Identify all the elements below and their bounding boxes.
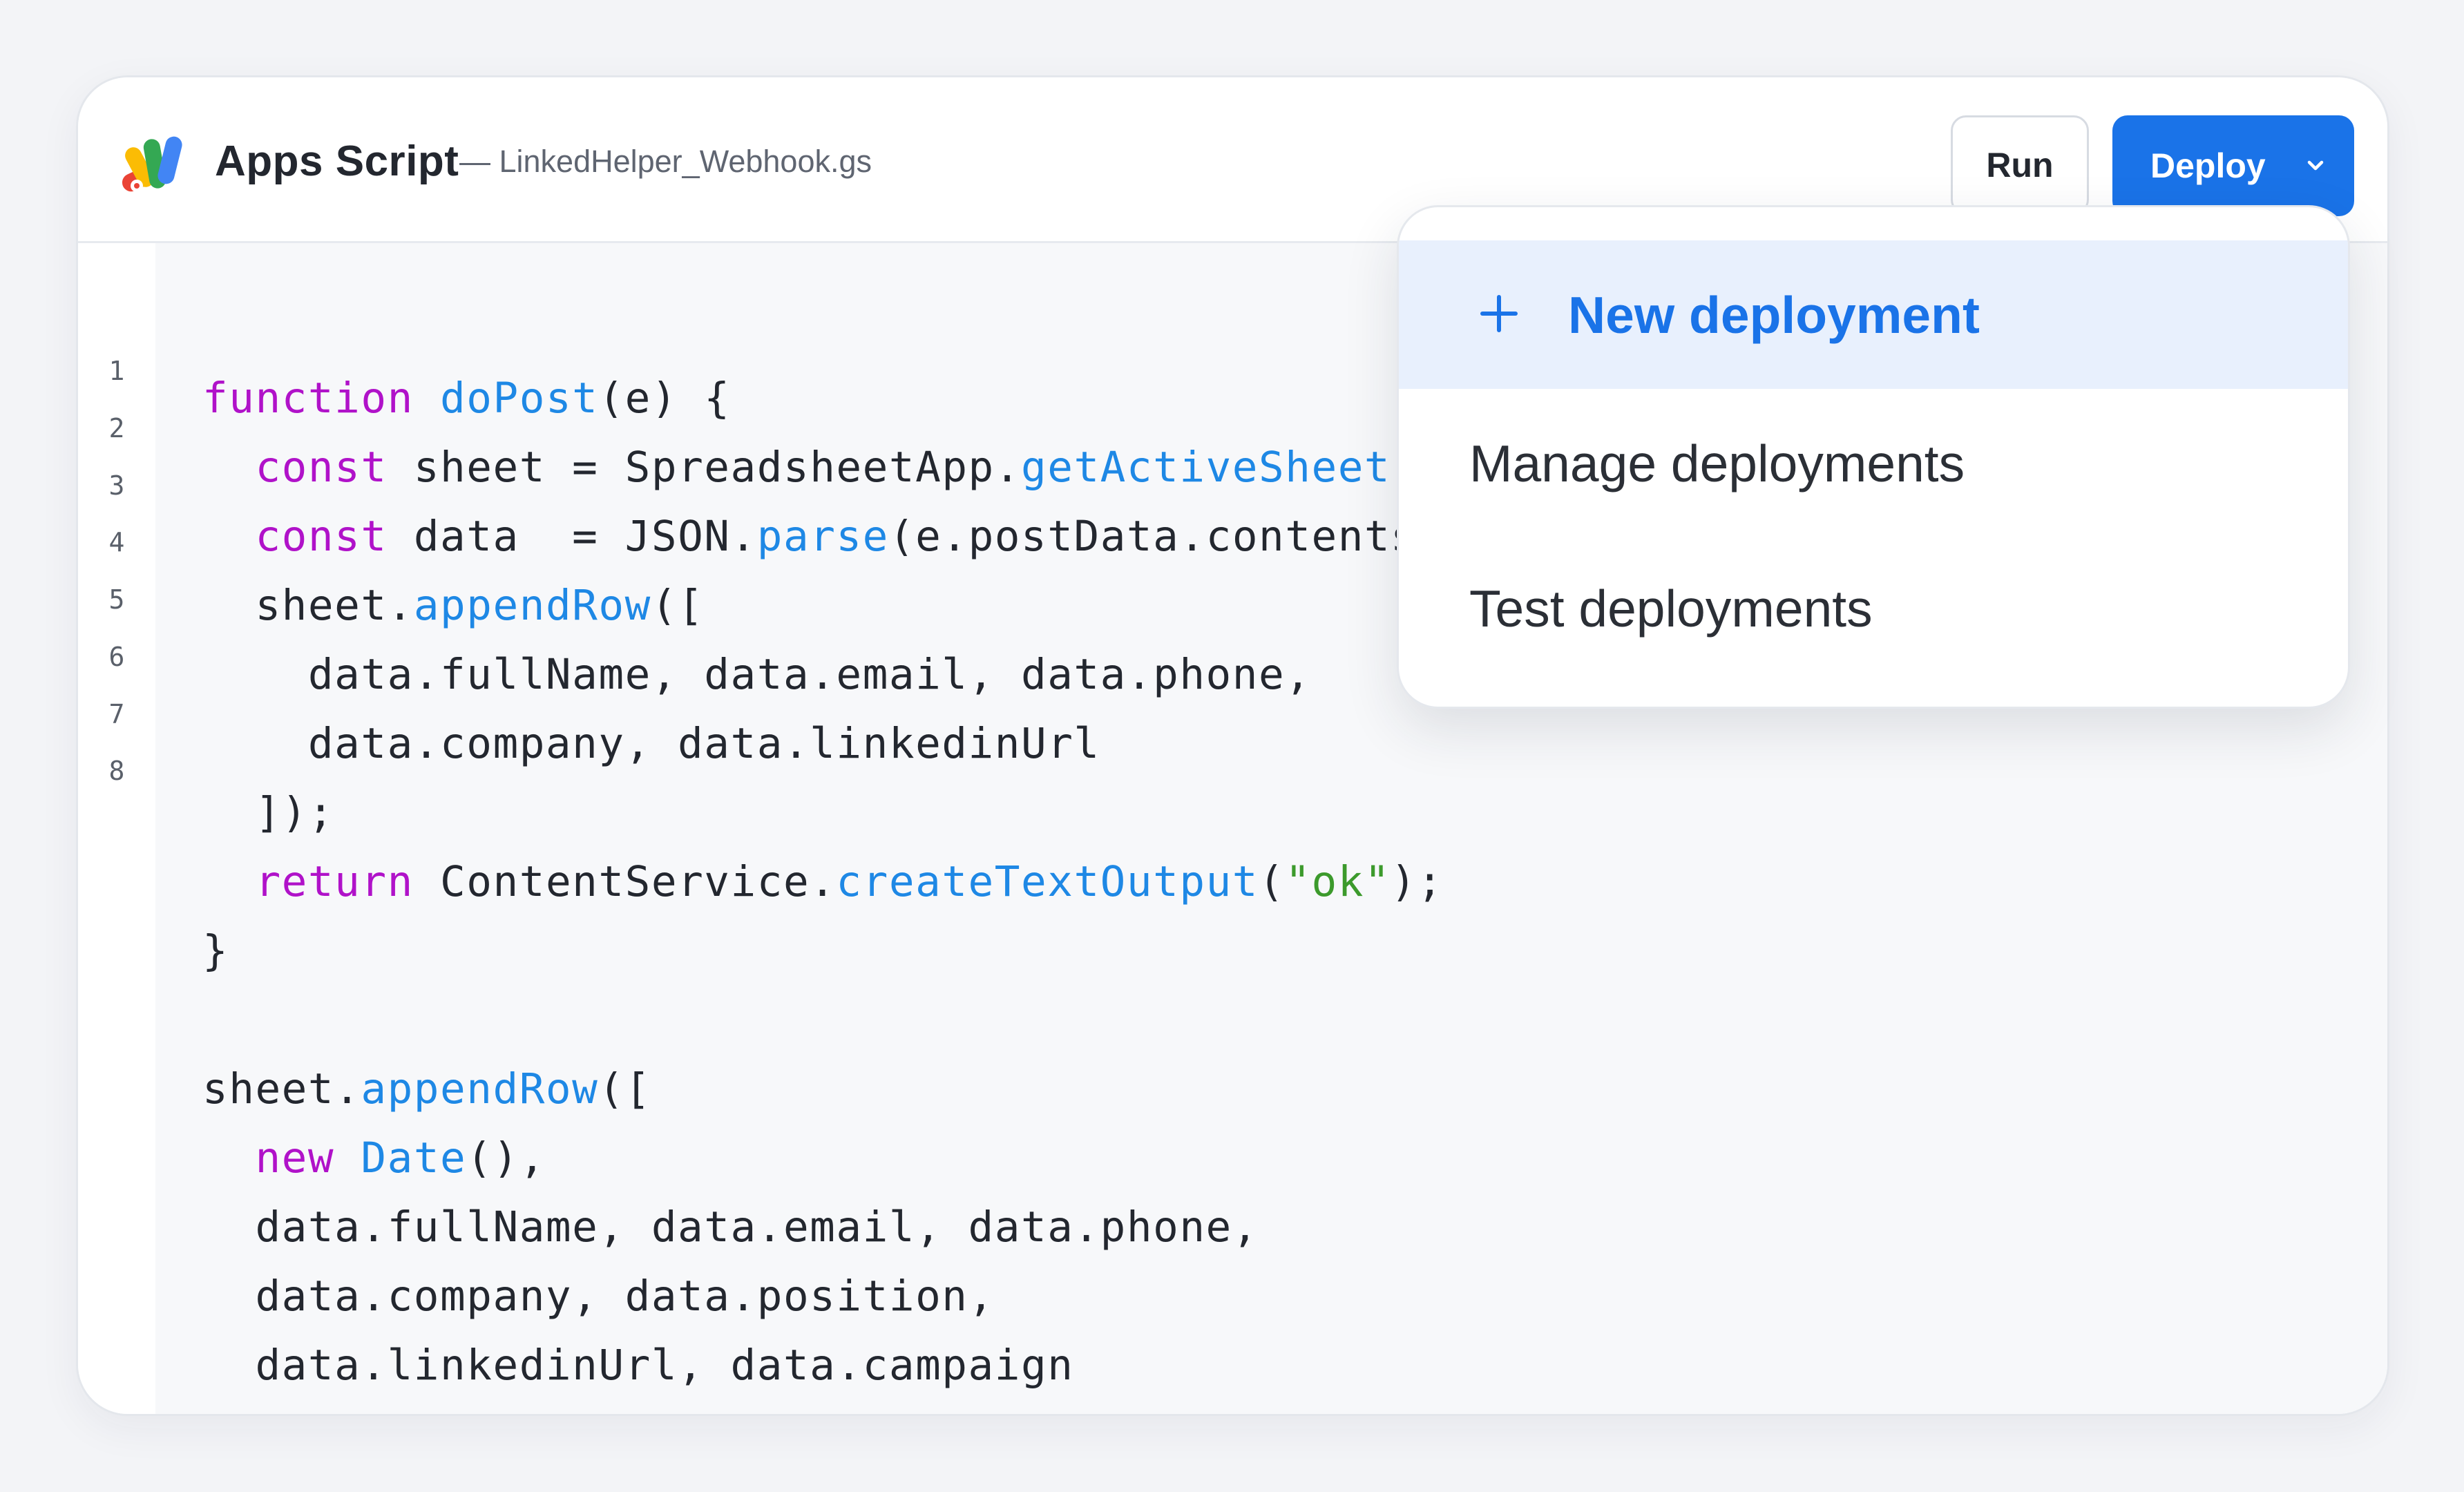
code-line: data.company, data.position, (202, 1262, 1444, 1331)
line-number: 1 (108, 356, 125, 386)
code-line: sheet.appendRow([ (202, 1055, 1444, 1124)
line-number: 4 (108, 527, 125, 557)
code-token: data.fullName, data.email, data.phone, (202, 1203, 1259, 1252)
code-token: appendRow (413, 581, 651, 630)
code-line: } (202, 917, 1444, 986)
code-line: data.fullName, data.email, data.phone, (202, 640, 1444, 709)
line-number: 2 (108, 413, 125, 443)
code-token: (), (466, 1134, 546, 1183)
code-line: const sheet = SpreadsheetApp.getActiveSh… (202, 433, 1444, 502)
menu-item-label: New deployment (1568, 285, 1980, 344)
code-token: ]); (202, 788, 335, 837)
code-token: sheet. (202, 1064, 361, 1113)
deploy-button-label: Deploy (2150, 146, 2266, 185)
code-token: sheet = SpreadsheetApp. (387, 443, 1021, 492)
code-token: createTextOutput (836, 857, 1259, 906)
code-token: ContentService. (413, 857, 837, 906)
code-line: const data = JSON.parse(e.postData.conte… (202, 502, 1444, 571)
line-number-gutter: 1 2 3 4 5 6 7 8 (78, 243, 155, 1414)
code-token: data.company, data.position, (202, 1272, 995, 1321)
code-token: appendRow (361, 1064, 599, 1113)
menu-item-label: Test deployments (1469, 579, 1873, 638)
chevron-down-icon (2307, 160, 2324, 171)
line-number: 7 (108, 699, 125, 729)
code-token: const (255, 512, 388, 561)
code-token: Date (361, 1134, 467, 1183)
code-token: ([ (651, 581, 705, 630)
code-token: parse (756, 512, 889, 561)
menu-item-new-deployment[interactable]: New deployment (1399, 240, 2348, 389)
code-line: return ContentService.createTextOutput("… (202, 848, 1444, 917)
code-token: data = JSON. (387, 512, 757, 561)
deploy-button[interactable]: Deploy (2112, 115, 2354, 216)
code-line: sheet.appendRow([ (202, 571, 1444, 640)
line-number: 5 (108, 584, 125, 615)
code-line: data.fullName, data.email, data.phone, (202, 1193, 1444, 1262)
run-button[interactable]: Run (1951, 115, 2089, 215)
code-line: new Date(), (202, 1124, 1444, 1193)
code-token: data.linkedinUrl, data.campaign (202, 1341, 1074, 1390)
line-number: 8 (108, 756, 125, 786)
code-token: function (202, 374, 414, 423)
code-line: data.linkedinUrl, data.campaign (202, 1331, 1444, 1400)
code-token: ); (1391, 857, 1444, 906)
apps-script-logo-icon (122, 136, 182, 192)
menu-item-manage-deployments[interactable]: Manage deployments (1399, 389, 2348, 537)
line-number: 6 (108, 642, 125, 672)
code-token: ]); (202, 1410, 282, 1414)
code-line: ]); (202, 1400, 1444, 1414)
code-token: sheet. (202, 581, 414, 630)
code-content[interactable]: function doPost(e) { const sheet = Sprea… (202, 364, 1444, 1414)
deploy-dropdown-menu: New deployment Manage deployments Test d… (1397, 205, 2350, 709)
code-token: const (255, 443, 388, 492)
code-token: data.fullName, data.email, data.phone, (202, 650, 1312, 699)
code-line: function doPost(e) { (202, 364, 1444, 433)
code-token: return (255, 857, 414, 906)
code-token: new (255, 1134, 335, 1183)
menu-item-label: Manage deployments (1469, 434, 1965, 492)
code-token: (e.postData.contents (888, 512, 1417, 561)
file-name: — LinkedHelper_Webhook.gs (459, 144, 872, 179)
code-token: ([ (598, 1064, 651, 1113)
line-number: 3 (108, 470, 125, 501)
code-line: data.company, data.linkedinUrl (202, 709, 1444, 778)
code-token: (e) { (598, 374, 731, 423)
code-token: doPost (440, 374, 599, 423)
plus-icon (1480, 295, 1518, 332)
code-token: ( (1259, 857, 1286, 906)
code-token: data.company, data.linkedinUrl (202, 719, 1100, 768)
code-token: } (202, 926, 229, 975)
code-token: getActiveSheet (1021, 443, 1391, 492)
app-title: Apps Script (215, 137, 459, 185)
menu-item-test-deployments[interactable]: Test deployments (1399, 534, 2348, 682)
code-line: ]); (202, 778, 1444, 848)
code-token: "ok" (1285, 857, 1391, 906)
